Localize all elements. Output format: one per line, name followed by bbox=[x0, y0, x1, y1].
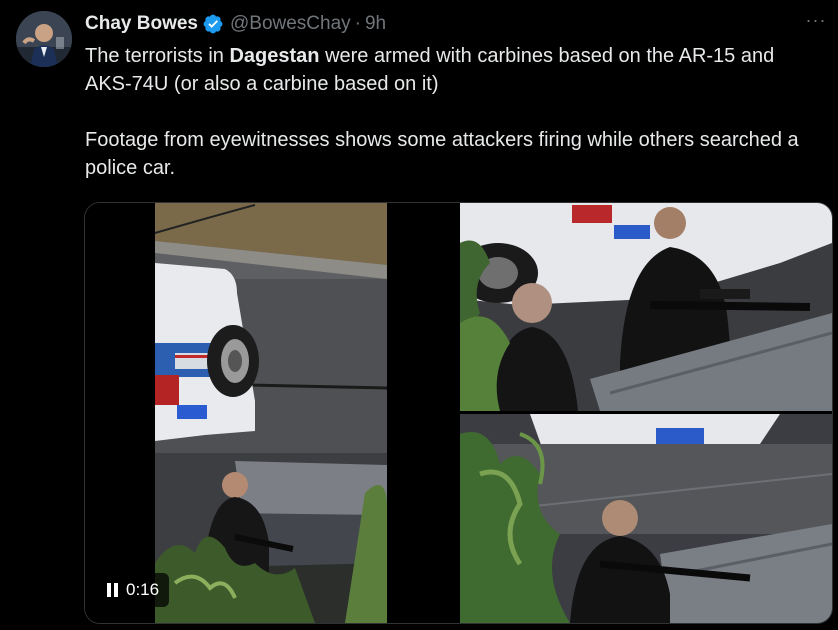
video-elapsed-time: 0:16 bbox=[126, 580, 160, 599]
display-name[interactable]: Chay Bowes bbox=[85, 13, 198, 35]
media-image-bottom-right[interactable] bbox=[460, 414, 832, 623]
verified-badge-icon[interactable] bbox=[202, 13, 224, 35]
more-horizontal-icon[interactable]: ··· bbox=[804, 8, 828, 32]
user-handle[interactable]: @BowesChay bbox=[230, 13, 351, 35]
tweet-header: Chay Bowes @BowesChay · 9h bbox=[85, 12, 386, 36]
tweet-text: The terrorists in Dagestan were armed wi… bbox=[85, 42, 820, 182]
video-thumbnail[interactable]: 0:16 bbox=[85, 203, 457, 623]
video-controls[interactable]: 0:16 bbox=[97, 573, 170, 607]
media-image-top-right[interactable] bbox=[460, 203, 832, 411]
pause-icon[interactable] bbox=[107, 582, 118, 598]
avatar[interactable] bbox=[16, 11, 72, 67]
tweet[interactable]: Chay Bowes @BowesChay · 9h ··· The terro… bbox=[0, 0, 838, 630]
timestamp[interactable]: 9h bbox=[365, 13, 386, 35]
tweet-paragraph-1: The terrorists in Dagestan were armed wi… bbox=[85, 42, 820, 98]
separator-dot: · bbox=[354, 13, 361, 34]
tweet-paragraph-2: Footage from eyewitnesses shows some att… bbox=[85, 129, 799, 179]
tweet-text-part: The terrorists in bbox=[85, 45, 230, 67]
media-grid[interactable]: 0:16 bbox=[84, 202, 833, 624]
hashtag-dagestan: Dagestan bbox=[229, 45, 320, 67]
